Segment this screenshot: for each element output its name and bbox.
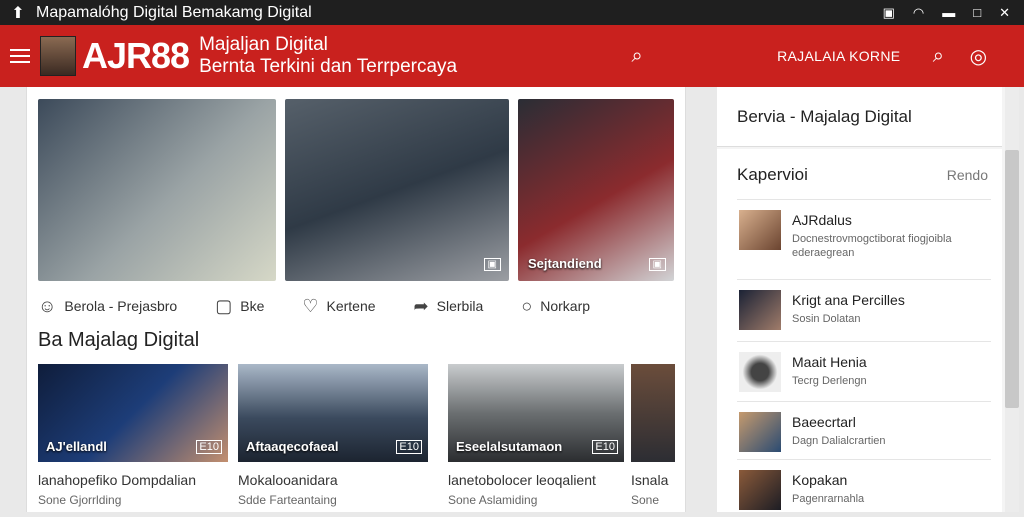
card-meta: Sone [631, 493, 660, 507]
action-comment[interactable]: ▢ Bke [215, 296, 264, 317]
card-meta: Sone Aslamiding [448, 493, 538, 507]
main-content: ▣ Sejtandiend ▣ ☺ Berola - Prejasbro ▢ Bke… [26, 87, 686, 512]
share-icon: ➦ [413, 295, 429, 316]
list-item-title: AJRdalus [792, 212, 852, 228]
scrollbar-thumb[interactable] [1005, 150, 1019, 408]
site-logo[interactable]: AJR88 [82, 35, 190, 77]
globe-icon[interactable]: ◎ [958, 44, 998, 69]
action-label: Bke [240, 298, 265, 314]
gallery-badge: ▣ [648, 258, 666, 271]
sidebar: Bervia - Majalag Digital Kapervioi Rendo… [717, 87, 1005, 512]
close-icon[interactable]: ✕ [999, 5, 1010, 21]
list-thumb [739, 412, 781, 452]
gallery-badge: ▣ [483, 258, 501, 271]
card-title: Isnala [631, 472, 669, 488]
news-card[interactable]: AJ'ellandl E10 lanahopefiko Dompdalian S… [38, 364, 228, 512]
news-card[interactable]: Aftaaqecofaeal E10 Mokalooanidara Sdde F… [238, 364, 428, 512]
panel-more-link[interactable]: Rendo [947, 167, 988, 183]
list-item-title: Maait Henia [792, 354, 867, 370]
list-item-sub: Pagenrarnahla [792, 493, 865, 505]
card-caption: Eseelalsutamaon [456, 439, 563, 454]
wifi-icon[interactable]: ◠ [913, 5, 924, 21]
sidebar-title: Bervia - Majalag Digital [717, 87, 1002, 147]
system-tray: ▣ ◠ ▬ □ ✕ [883, 5, 1024, 21]
list-thumb [739, 210, 781, 250]
hero-image-1[interactable] [38, 99, 276, 281]
header-link[interactable]: RAJALAIA KORNE [777, 48, 900, 64]
action-like[interactable]: ○ Norkarp [521, 296, 590, 317]
action-favorite[interactable]: ♡ Kertene [302, 296, 375, 317]
like-icon: ○ [521, 295, 533, 316]
list-item[interactable]: Maait Henia Tecrg Derlengn [737, 341, 991, 399]
maximize-icon[interactable]: □ [973, 5, 981, 20]
window-title: Mapamalóhg Digital Bemakamg Digital [36, 3, 312, 21]
list-thumb [739, 352, 781, 392]
news-card-image: AJ'ellandl E10 [38, 364, 228, 462]
list-item[interactable]: AJRdalus Docnestrovmogctiborat fiogjoibl… [737, 199, 991, 259]
list-item[interactable]: Baeecrtarl Dagn Dalialcrartien [737, 401, 991, 459]
action-profile[interactable]: ☺ Berola - Prejasbro [38, 296, 177, 317]
sidebar-panel: Kapervioi Rendo AJRdalus Docnestrovmogct… [717, 149, 1002, 512]
action-label: Slerbila [436, 298, 484, 314]
list-item[interactable]: Krigt ana Percilles Sosin Dolatan [737, 279, 991, 337]
hero-image-3[interactable]: Sejtandiend ▣ [518, 99, 674, 281]
section-title: Ba Majalag Digital [38, 329, 200, 351]
list-item-sub: Dagn Dalialcrartien [792, 435, 886, 447]
site-header: AJR88 Majaljan Digital Bernta Terkini da… [0, 25, 1024, 87]
list-item-title: Kopakan [792, 472, 848, 488]
action-label: Norkarp [540, 298, 591, 314]
list-item[interactable]: Kopakan Pagenrarnahla [737, 459, 991, 517]
list-thumb [739, 290, 781, 330]
avatar[interactable] [40, 36, 76, 76]
news-card-image: Aftaaqecofaeal E10 [238, 364, 428, 462]
card-caption: Aftaaqecofaeal [246, 439, 339, 454]
back-arrow-icon[interactable]: ⬆ [0, 3, 36, 23]
action-bar: ☺ Berola - Prejasbro ▢ Bke ♡ Kertene ➦ Slerb… [38, 293, 678, 319]
card-title: Mokalooanidara [238, 472, 338, 488]
action-label: Berola - Prejasbro [64, 298, 178, 314]
action-share[interactable]: ➦ Slerbila [414, 296, 484, 317]
hamburger-menu-icon[interactable] [0, 25, 40, 87]
card-meta: Sone Gjorrlding [38, 493, 122, 507]
window-titlebar: ⬆ Mapamalóhg Digital Bemakamg Digital ▣ … [0, 0, 1024, 25]
news-card-image [631, 364, 675, 462]
card-meta: Sdde Farteantaing [238, 493, 337, 507]
card-badge: E10 [396, 440, 422, 454]
list-item-title: Baeecrtarl [792, 414, 856, 430]
hero-caption: Sejtandiend [528, 256, 602, 271]
site-tagline: Majaljan Digital Bernta Terkini dan Terr… [199, 34, 457, 78]
hero-image-2[interactable]: ▣ [285, 99, 509, 281]
user-icon: ☺ [38, 295, 57, 316]
header-search-icon[interactable]: ⌕ [918, 45, 958, 68]
action-label: Kertene [326, 298, 376, 314]
notification-icon[interactable]: ▣ [883, 5, 895, 21]
search-icon[interactable]: ⌕ [617, 45, 657, 68]
list-item-sub: Tecrg Derlengn [792, 375, 867, 387]
card-title: lanahopefiko Dompdalian [38, 472, 196, 488]
card-badge: E10 [196, 440, 222, 454]
list-item-title: Krigt ana Percilles [792, 292, 905, 308]
news-card[interactable]: Eseelalsutamaon E10 lanetobolocer leoqal… [448, 364, 624, 512]
heart-icon: ♡ [302, 295, 319, 316]
news-card-image: Eseelalsutamaon E10 [448, 364, 624, 462]
list-thumb [739, 470, 781, 510]
list-item-sub: Docnestrovmogctiborat fiogjoibla ederaeg… [792, 233, 952, 259]
card-title: lanetobolocer leoqalient [448, 472, 596, 488]
news-card[interactable]: Isnala Sone [631, 364, 675, 512]
tagline-line-2: Bernta Terkini dan Terrpercaya [199, 56, 458, 77]
chat-icon: ▢ [215, 295, 233, 316]
card-caption: AJ'ellandl [46, 439, 107, 454]
tagline-line-1: Majaljan Digital [199, 34, 328, 55]
battery-icon[interactable]: ▬ [942, 5, 955, 20]
panel-title: Kapervioi [737, 165, 808, 184]
card-badge: E10 [592, 440, 618, 454]
list-item-sub: Sosin Dolatan [792, 313, 861, 325]
